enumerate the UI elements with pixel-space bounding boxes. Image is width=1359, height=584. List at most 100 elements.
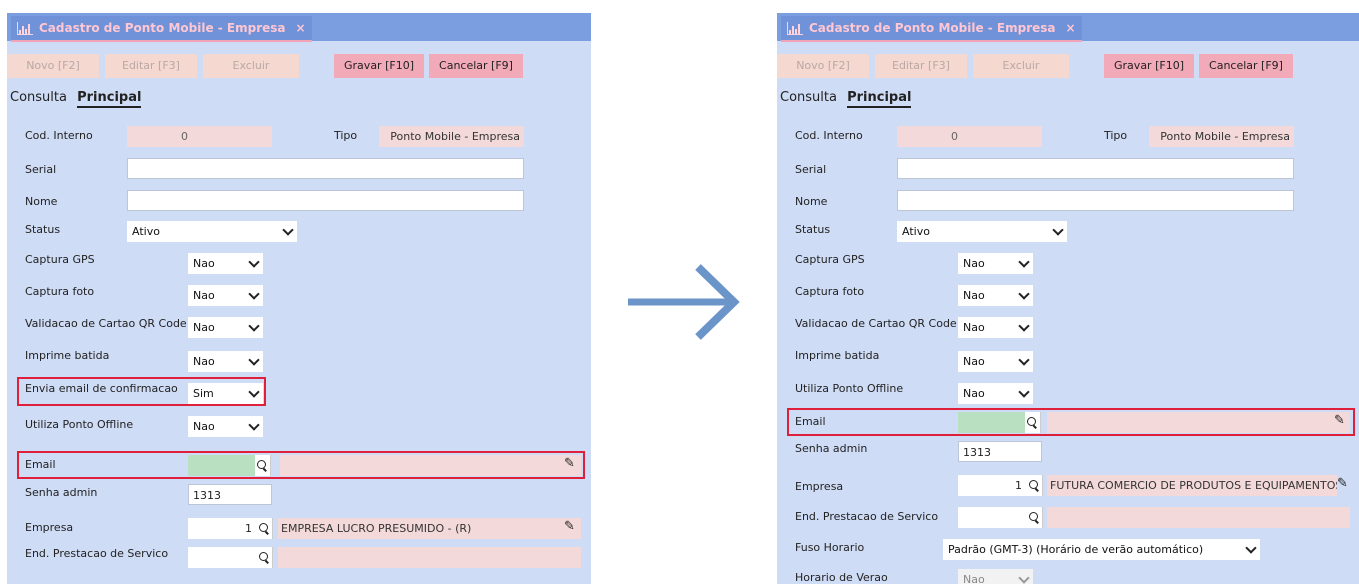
tab-principal[interactable]: Principal: [847, 90, 912, 108]
empresa-name-field: EMPRESA LUCRO PRESUMIDO - (R): [278, 518, 581, 539]
empresa-name-value: EMPRESA LUCRO PRESUMIDO - (R): [281, 522, 472, 535]
captura-foto-value: Nao: [963, 289, 985, 302]
tab-principal[interactable]: Principal: [77, 90, 142, 108]
pencil-icon[interactable]: ✎: [564, 519, 575, 534]
pencil-icon[interactable]: ✎: [1337, 476, 1348, 491]
cancelar-button[interactable]: Cancelar [F9]: [1199, 54, 1293, 78]
captura-foto-value: Nao: [193, 289, 215, 302]
title-bar: Cadastro de Ponto Mobile - Empresa ×: [7, 13, 591, 42]
horario-verao-value: Nao: [963, 573, 985, 584]
subtabs: Consulta Principal: [780, 90, 912, 108]
captura-gps-select[interactable]: Nao: [188, 253, 263, 274]
serial-label: Serial: [795, 163, 827, 176]
end-prestacao-lookup-button[interactable]: [257, 547, 273, 568]
novo-button[interactable]: Novo [F2]: [7, 54, 99, 78]
tab-consulta[interactable]: Consulta: [780, 90, 837, 105]
chevron-down-icon: [1018, 319, 1030, 332]
close-icon[interactable]: ×: [1066, 21, 1076, 35]
fuso-horario-value: Padrão (GMT-3) (Horário de verão automát…: [948, 543, 1204, 556]
chevron-down-icon: [1245, 541, 1257, 554]
captura-gps-value: Nao: [963, 257, 985, 270]
senha-admin-input[interactable]: 1313: [188, 484, 272, 505]
email-highlight: [787, 408, 1355, 436]
utiliza-offline-value: Nao: [193, 420, 215, 433]
chevron-down-icon: [248, 418, 260, 431]
end-prestacao-lookup-button[interactable]: [1027, 507, 1043, 528]
nome-label: Nome: [795, 195, 828, 208]
editar-button[interactable]: Editar [F3]: [105, 54, 197, 78]
status-label: Status: [25, 223, 61, 236]
window-tab[interactable]: Cadastro de Ponto Mobile - Empresa ×: [11, 16, 312, 42]
cod-interno-field: 0: [127, 126, 272, 147]
excluir-button[interactable]: Excluir: [973, 54, 1069, 78]
fuso-horario-select[interactable]: Padrão (GMT-3) (Horário de verão automát…: [943, 539, 1260, 560]
captura-foto-select[interactable]: Nao: [188, 285, 263, 306]
imprime-batida-select[interactable]: Nao: [958, 351, 1033, 372]
gravar-button[interactable]: Gravar [F10]: [334, 54, 424, 78]
cod-interno-value: 0: [181, 130, 188, 143]
cod-interno-field: 0: [897, 126, 1042, 147]
status-select[interactable]: Ativo: [127, 221, 297, 242]
bar-chart-icon: [17, 21, 33, 35]
captura-foto-select[interactable]: Nao: [958, 285, 1033, 306]
empresa-code-input[interactable]: 1: [958, 475, 1028, 496]
validacao-qr-label: Validacao de Cartao QR Code: [795, 317, 957, 330]
novo-button[interactable]: Novo [F2]: [777, 54, 869, 78]
serial-input[interactable]: [127, 158, 524, 179]
empresa-name-value: FUTURA COMERCIO DE PRODUTOS E EQUIPAMENT…: [1050, 479, 1337, 492]
imprime-batida-select[interactable]: Nao: [188, 351, 263, 372]
fuso-horario-label: Fuso Horario: [795, 541, 865, 554]
gravar-button[interactable]: Gravar [F10]: [1104, 54, 1194, 78]
captura-foto-label: Captura foto: [795, 285, 865, 298]
tipo-value: Ponto Mobile - Empresa: [1160, 130, 1290, 143]
utiliza-offline-select[interactable]: Nao: [958, 383, 1033, 404]
cod-interno-label: Cod. Interno: [25, 129, 93, 142]
tipo-field: Ponto Mobile - Empresa: [1149, 126, 1294, 147]
imprime-batida-label: Imprime batida: [795, 349, 880, 362]
senha-admin-value: 1313: [963, 446, 991, 459]
serial-input[interactable]: [897, 158, 1294, 179]
form-panel-after: Cadastro de Ponto Mobile - Empresa × Nov…: [777, 13, 1359, 584]
editar-button[interactable]: Editar [F3]: [875, 54, 967, 78]
validacao-qr-select[interactable]: Nao: [188, 317, 263, 338]
status-select[interactable]: Ativo: [897, 221, 1067, 242]
chevron-down-icon: [248, 255, 260, 268]
senha-admin-value: 1313: [193, 489, 221, 502]
tipo-value: Ponto Mobile - Empresa: [390, 130, 520, 143]
end-prestacao-input[interactable]: [958, 507, 1028, 528]
imprime-batida-label: Imprime batida: [25, 349, 110, 362]
form-panel-before: Cadastro de Ponto Mobile - Empresa × Nov…: [7, 13, 591, 584]
empresa-code-input[interactable]: 1: [188, 518, 258, 539]
nome-label: Nome: [25, 195, 58, 208]
cancelar-button[interactable]: Cancelar [F9]: [429, 54, 523, 78]
empresa-lookup-button[interactable]: [257, 518, 273, 539]
end-prestacao-display: [1047, 507, 1350, 528]
empresa-label: Empresa: [25, 521, 74, 534]
nome-input[interactable]: [897, 190, 1294, 211]
validacao-qr-label: Validacao de Cartao QR Code: [25, 317, 187, 330]
validacao-qr-select[interactable]: Nao: [958, 317, 1033, 338]
end-prestacao-input[interactable]: [188, 547, 258, 568]
nome-input[interactable]: [127, 190, 524, 211]
end-prestacao-display: [278, 547, 581, 568]
tab-consulta[interactable]: Consulta: [10, 90, 67, 105]
senha-admin-input[interactable]: 1313: [958, 441, 1042, 462]
end-prestacao-label: End. Prestacao de Servico: [795, 510, 939, 523]
imprime-batida-value: Nao: [963, 355, 985, 368]
arrow-right-icon: [628, 264, 740, 340]
window-title: Cadastro de Ponto Mobile - Empresa: [809, 21, 1056, 35]
cod-interno-label: Cod. Interno: [795, 129, 863, 142]
search-icon: [1029, 512, 1038, 521]
captura-gps-select[interactable]: Nao: [958, 253, 1033, 274]
excluir-button[interactable]: Excluir: [203, 54, 299, 78]
window-title: Cadastro de Ponto Mobile - Empresa: [39, 21, 286, 35]
bar-chart-icon: [787, 21, 803, 35]
search-icon: [1029, 480, 1038, 489]
close-icon[interactable]: ×: [296, 21, 306, 35]
window-tab[interactable]: Cadastro de Ponto Mobile - Empresa ×: [781, 16, 1082, 42]
end-prestacao-label: End. Prestacao de Servico: [25, 547, 169, 560]
empresa-lookup-button[interactable]: [1027, 475, 1043, 496]
chevron-down-icon: [248, 353, 260, 366]
utiliza-offline-select[interactable]: Nao: [188, 416, 263, 437]
horario-verao-select[interactable]: Nao: [958, 569, 1033, 584]
